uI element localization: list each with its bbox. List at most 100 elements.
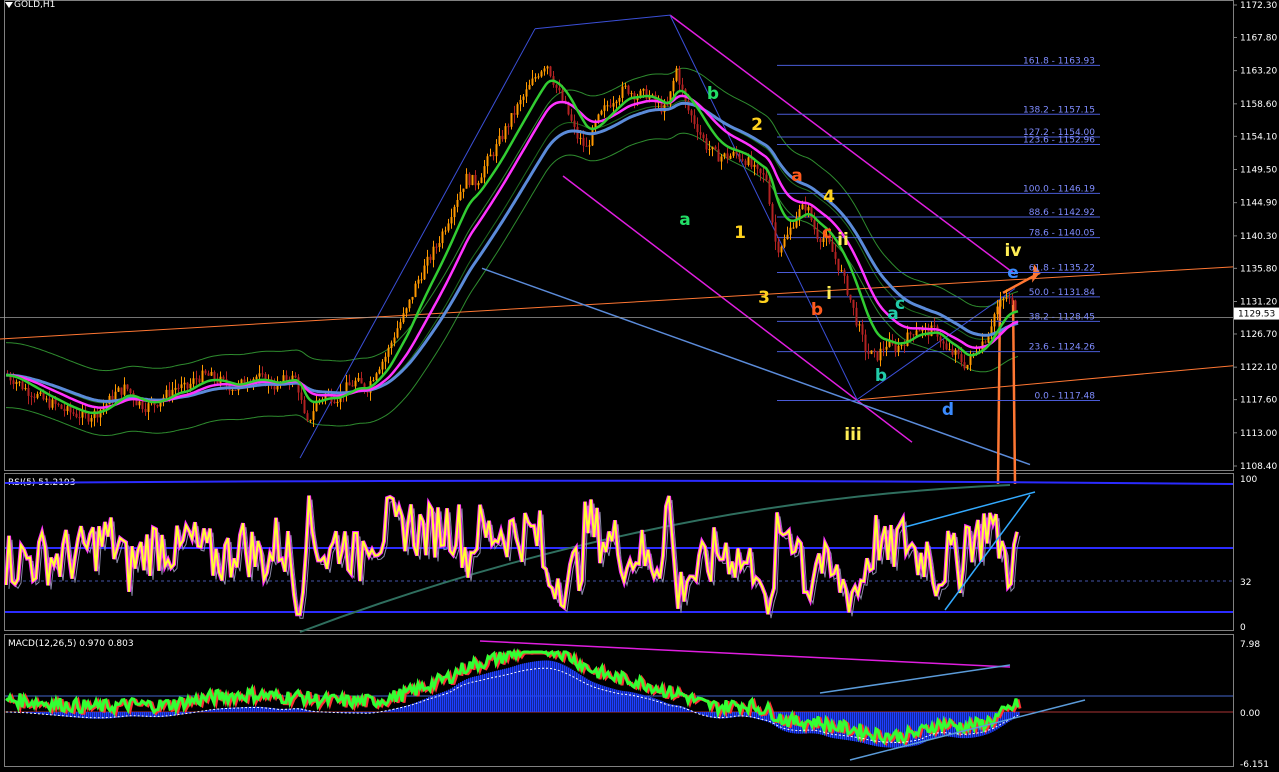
- candle-body: [603, 105, 606, 111]
- candle-body: [504, 126, 507, 140]
- candle-body: [57, 403, 60, 405]
- candle-body: [993, 314, 996, 327]
- candle-body: [255, 376, 258, 380]
- macd-histogram-bar: [452, 687, 454, 712]
- candle-body: [996, 306, 999, 315]
- candle-body: [1014, 300, 1017, 312]
- price-axis: 1172.30 1167.80 1163.20 1158.60 1154.10 1149.…: [1233, 1, 1279, 472]
- macd-histogram-bar: [144, 712, 146, 717]
- candle-body: [690, 110, 693, 116]
- candle-body: [360, 377, 363, 384]
- fib-level-label: 123.6 - 1152.96: [1023, 136, 1095, 146]
- wave-label: c: [895, 294, 905, 314]
- candle-body: [1002, 298, 1005, 301]
- candle-body: [879, 348, 882, 361]
- candle-body: [858, 324, 861, 326]
- candle-body: [930, 325, 933, 337]
- macd-histogram-bar: [540, 660, 542, 712]
- macd-histogram-bar: [160, 712, 162, 718]
- candle-body: [612, 103, 615, 107]
- macd-histogram-bar: [8, 712, 10, 713]
- candle-body: [468, 173, 471, 186]
- wave-label: a: [791, 166, 802, 186]
- candle-body: [675, 68, 678, 81]
- axis-tick-label: 1113.00: [1240, 429, 1277, 439]
- candle-body: [600, 110, 603, 115]
- candle-body: [624, 85, 627, 87]
- candle-body: [792, 227, 795, 229]
- candle-body: [873, 350, 876, 352]
- candle-body: [798, 209, 801, 218]
- trading-chart[interactable]: 161.8 - 1163.93 138.2 - 1157.15 127.2 - 11…: [0, 0, 1279, 770]
- wave-label: e: [1007, 263, 1019, 283]
- candle-body: [312, 411, 315, 420]
- candle-body: [402, 313, 405, 323]
- candle-body: [834, 251, 837, 259]
- candle-body: [144, 409, 147, 412]
- macd-histogram-bar: [402, 706, 404, 712]
- candle-body: [741, 159, 744, 161]
- candle-body: [429, 256, 432, 260]
- wave-label: b: [707, 84, 719, 104]
- candle-body: [804, 204, 807, 211]
- candle-body: [585, 145, 588, 147]
- candle-body: [558, 87, 561, 91]
- candle-body: [723, 153, 726, 157]
- candle-body: [222, 376, 225, 380]
- candle-body: [177, 387, 180, 389]
- candle-body: [273, 386, 276, 390]
- candle-body: [954, 349, 957, 355]
- candle-body: [618, 97, 621, 102]
- macd-histogram-bar: [192, 712, 194, 713]
- candle-body: [738, 153, 741, 160]
- candle-body: [813, 220, 816, 230]
- candle-body: [261, 373, 264, 375]
- candle-body: [513, 113, 516, 115]
- axis-tick-label: 1108.40: [1240, 462, 1277, 472]
- macd-histogram-bar: [700, 712, 702, 715]
- chart-menu-icon[interactable]: [5, 2, 13, 8]
- candle-body: [474, 174, 477, 186]
- axis-tick-label: 1154.10: [1240, 132, 1277, 142]
- macd-histogram-bar: [560, 663, 562, 712]
- macd-histogram-bar: [478, 675, 480, 712]
- wave-label: 3: [758, 288, 770, 308]
- macd-histogram-bar: [60, 712, 62, 717]
- wave-label: ii: [837, 230, 849, 250]
- candle-body: [693, 115, 696, 125]
- candle-body: [531, 78, 534, 85]
- candle-body: [444, 230, 447, 232]
- chart-canvas[interactable]: 161.8 - 1163.93138.2 - 1157.15127.2 - 11…: [0, 0, 1279, 770]
- candle-body: [747, 157, 750, 165]
- macd-histogram-bar: [100, 712, 102, 719]
- candle-body: [135, 400, 138, 406]
- candle-body: [894, 343, 897, 353]
- macd-histogram-bar: [140, 712, 142, 717]
- candle-body: [45, 398, 48, 400]
- candle-body: [768, 179, 771, 204]
- macd-histogram-bar: [528, 662, 530, 712]
- wave-label: 2: [751, 115, 763, 135]
- axis-tick-label: 1172.30: [1240, 1, 1277, 11]
- candle-body: [543, 68, 546, 72]
- candle-body: [414, 283, 417, 297]
- candle-body: [300, 392, 303, 400]
- macd-histogram-bar: [164, 712, 166, 717]
- macd-histogram-bar: [556, 662, 558, 712]
- candle-body: [759, 168, 762, 174]
- wave-label: d: [942, 400, 954, 420]
- candle-body: [408, 299, 411, 309]
- macd-histogram-bar: [732, 712, 734, 718]
- macd-histogram-bar: [32, 712, 34, 714]
- candle-body: [15, 381, 18, 385]
- candle-body: [840, 270, 843, 272]
- candle-body: [195, 378, 198, 380]
- candle-body: [630, 93, 633, 95]
- macd-histogram-bar: [674, 704, 676, 712]
- macd-histogram-bar: [406, 705, 408, 712]
- candle-body: [453, 206, 456, 218]
- macd-histogram-bar: [448, 689, 450, 712]
- candle-body: [960, 354, 963, 363]
- macd-histogram-bar: [582, 676, 584, 712]
- candle-body: [42, 392, 45, 400]
